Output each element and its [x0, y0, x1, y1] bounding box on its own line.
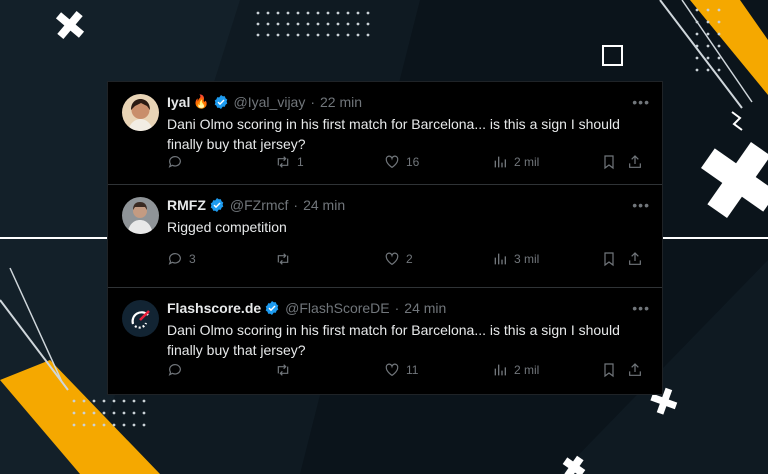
more-icon[interactable]: •••	[632, 94, 650, 110]
heart-icon	[384, 362, 400, 378]
bookmark-button[interactable]	[601, 251, 617, 267]
view-count: 2 mil	[514, 363, 540, 377]
handle[interactable]: @FlashScoreDE	[285, 300, 389, 316]
reply-icon	[167, 154, 183, 170]
like-button[interactable]: 16	[384, 154, 419, 170]
like-count: 16	[406, 155, 420, 169]
display-name[interactable]: Iyal	[167, 94, 190, 110]
views-icon	[492, 362, 508, 378]
tweet[interactable]: Iyal 🔥 @Iyal_vijay · 22 min ••• Dani Olm…	[108, 82, 662, 185]
views-button[interactable]: 3 mil	[492, 251, 539, 267]
reply-button[interactable]: 3	[167, 251, 196, 267]
reply-count: 3	[189, 252, 196, 266]
tweet[interactable]: RMFZ @FZrmcf · 24 min ••• Rigged competi…	[108, 185, 662, 288]
separator-dot: ·	[310, 94, 316, 110]
share-icon	[627, 362, 643, 378]
verified-icon	[209, 197, 225, 213]
heart-icon	[384, 251, 400, 267]
timestamp[interactable]: 24 min	[404, 300, 446, 316]
bookmark-icon	[601, 251, 617, 267]
avatar[interactable]	[122, 94, 159, 131]
like-button[interactable]: 2	[384, 251, 413, 267]
display-name[interactable]: Flashscore.de	[167, 300, 261, 316]
avatar[interactable]	[122, 300, 159, 337]
reply-button[interactable]	[167, 154, 189, 170]
like-count: 11	[406, 363, 419, 377]
retweet-icon	[275, 251, 291, 267]
heart-icon	[384, 154, 400, 170]
like-button[interactable]: 11	[384, 362, 418, 378]
timestamp[interactable]: 24 min	[303, 197, 345, 213]
views-icon	[492, 154, 508, 170]
share-icon	[627, 251, 643, 267]
tweet-text: Dani Olmo scoring in his first match for…	[167, 116, 620, 152]
views-button[interactable]: 2 mil	[492, 154, 539, 170]
tweet[interactable]: Flashscore.de @FlashScoreDE · 24 min •••…	[108, 288, 662, 391]
tweet-feed: Iyal 🔥 @Iyal_vijay · 22 min ••• Dani Olm…	[107, 81, 663, 395]
separator-dot: ·	[293, 197, 299, 213]
view-count: 3 mil	[514, 252, 540, 266]
like-count: 2	[406, 252, 413, 266]
views-button[interactable]: 2 mil	[492, 362, 539, 378]
retweet-count: 1	[297, 155, 304, 169]
tweet-text: Rigged competition	[167, 219, 287, 235]
avatar[interactable]	[122, 197, 159, 234]
share-icon	[627, 154, 643, 170]
more-icon[interactable]: •••	[632, 300, 650, 316]
verified-icon	[264, 300, 280, 316]
reply-icon	[167, 251, 183, 267]
views-icon	[492, 251, 508, 267]
dot-grid	[256, 11, 370, 37]
verified-icon	[213, 94, 229, 110]
share-button[interactable]	[627, 251, 643, 267]
reply-button[interactable]	[167, 362, 189, 378]
timestamp[interactable]: 22 min	[320, 94, 362, 110]
retweet-button[interactable]	[275, 362, 297, 378]
bookmark-icon	[601, 154, 617, 170]
retweet-icon	[275, 154, 291, 170]
share-button[interactable]	[627, 154, 643, 170]
display-name[interactable]: RMFZ	[167, 197, 206, 213]
share-button[interactable]	[627, 362, 643, 378]
view-count: 2 mil	[514, 155, 540, 169]
retweet-button[interactable]	[275, 251, 297, 267]
fire-emoji: 🔥	[193, 94, 210, 109]
bookmark-icon	[601, 362, 617, 378]
separator-dot: ·	[394, 300, 400, 316]
reply-icon	[167, 362, 183, 378]
retweet-button[interactable]: 1	[275, 154, 304, 170]
handle[interactable]: @Iyal_vijay	[234, 94, 306, 110]
retweet-icon	[275, 362, 291, 378]
bookmark-button[interactable]	[601, 154, 617, 170]
handle[interactable]: @FZrmcf	[230, 197, 289, 213]
tweet-text: Dani Olmo scoring in his first match for…	[167, 322, 620, 358]
bookmark-button[interactable]	[601, 362, 617, 378]
more-icon[interactable]: •••	[632, 197, 650, 213]
